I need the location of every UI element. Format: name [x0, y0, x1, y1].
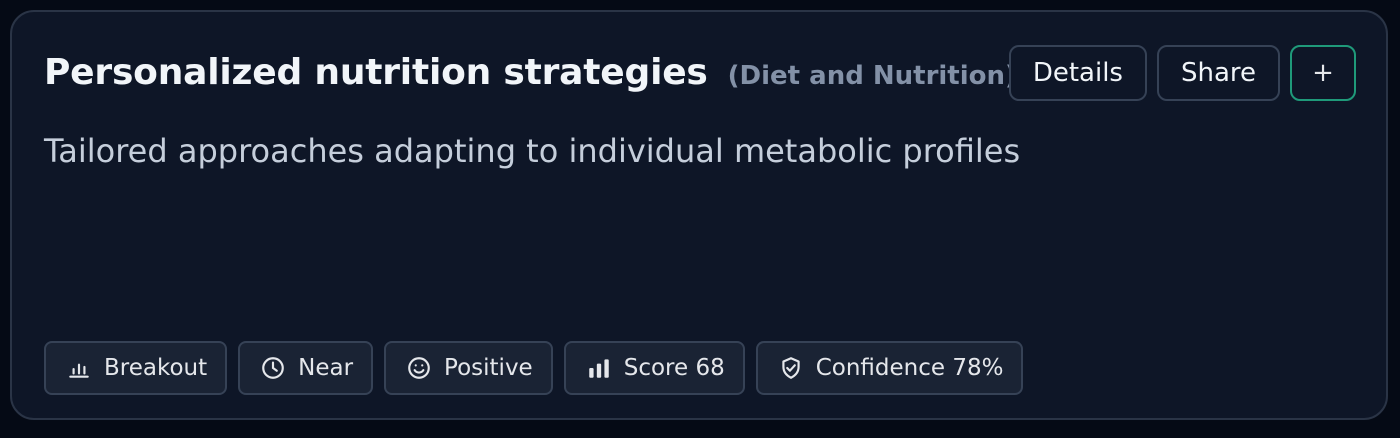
tag-positive[interactable]: Positive — [384, 341, 553, 395]
trend-card: Personalized nutrition strategies (Diet … — [10, 10, 1388, 420]
card-actions: Details Share + — [1008, 45, 1356, 101]
tag-list: Breakout Near Positive Score 68 Confiden… — [44, 341, 1024, 395]
tag-label: Positive — [444, 355, 533, 381]
card-description: Tailored approaches adapting to individu… — [44, 132, 1021, 170]
signal-bars-icon — [588, 359, 609, 378]
shield-check-icon — [782, 357, 800, 379]
add-button[interactable]: + — [1290, 45, 1356, 101]
title-text: Personalized nutrition strategies — [44, 52, 708, 93]
tag-label: Score 68 — [623, 355, 725, 381]
tag-label: Breakout — [104, 355, 208, 381]
smile-icon — [408, 357, 430, 379]
tag-score[interactable]: Score 68 — [563, 341, 745, 395]
clock-icon — [262, 357, 284, 379]
card-title: Personalized nutrition strategies (Diet … — [44, 52, 1017, 93]
category-label: (Diet and Nutrition) — [727, 61, 1017, 91]
tag-breakout[interactable]: Breakout — [44, 341, 228, 395]
share-button[interactable]: Share — [1156, 45, 1280, 101]
tag-label: Confidence 78% — [815, 355, 1004, 381]
tag-near[interactable]: Near — [238, 341, 374, 395]
tag-label: Near — [298, 355, 354, 381]
tag-confidence[interactable]: Confidence 78% — [755, 341, 1024, 395]
bar-chart-icon — [69, 363, 89, 378]
details-button[interactable]: Details — [1008, 45, 1147, 101]
